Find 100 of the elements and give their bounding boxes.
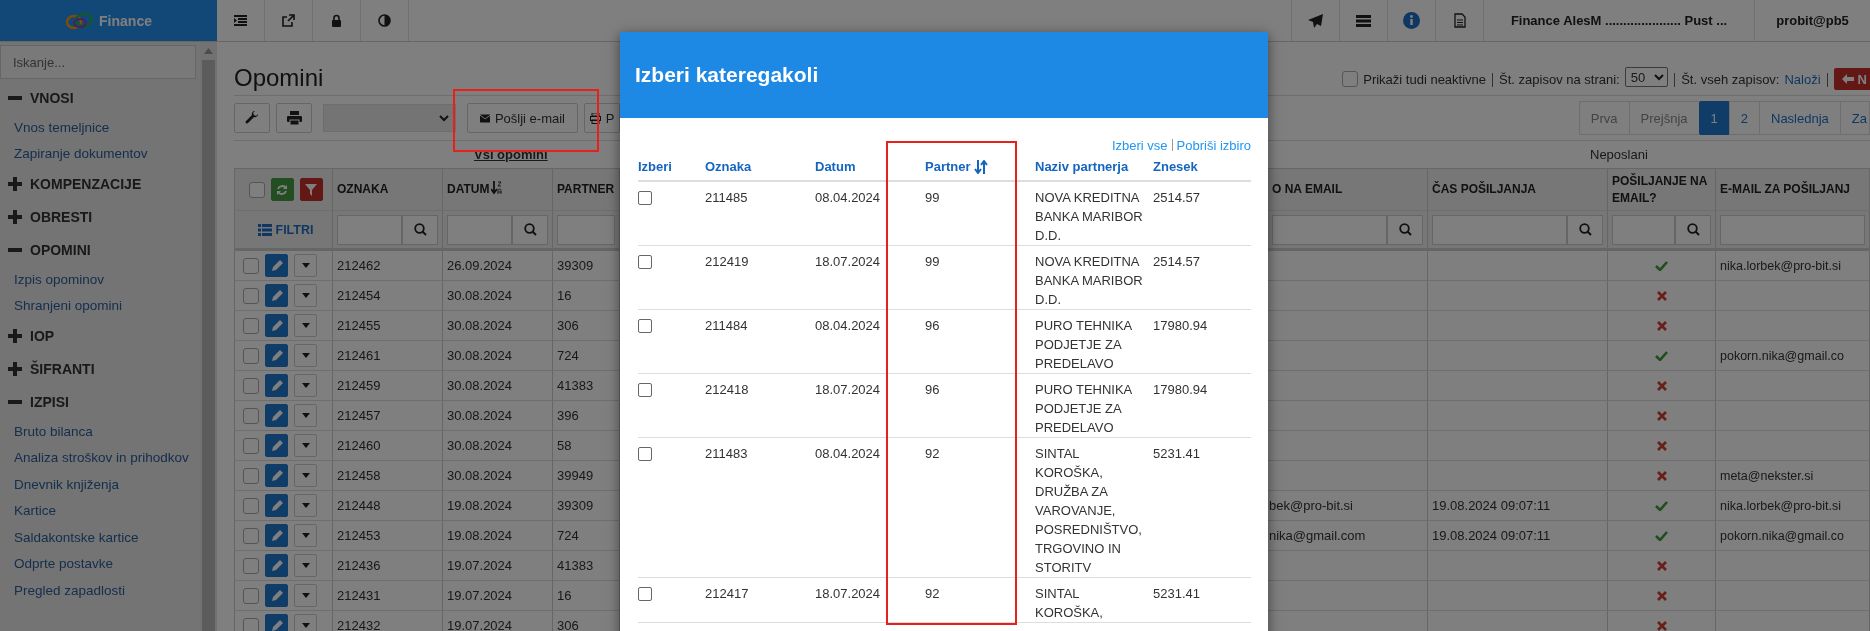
row-checkbox[interactable] — [243, 467, 259, 484]
column-header[interactable]: POŠILJANJE NA EMAIL? — [1608, 169, 1716, 211]
column-header[interactable]: Izberi — [638, 157, 672, 176]
back-button[interactable]: N — [1833, 68, 1870, 90]
column-header[interactable]: E-MAIL ZA POŠILJANJ — [1716, 169, 1870, 211]
column-header[interactable]: OZNAKA — [333, 169, 443, 211]
column-header[interactable]: O NA EMAIL — [1268, 169, 1428, 211]
load-link[interactable]: Naloži — [1784, 72, 1821, 87]
row-checkbox[interactable] — [243, 257, 259, 274]
filter-field[interactable] — [1272, 214, 1387, 245]
sidebar-item[interactable]: Shranjeni opomini — [0, 292, 200, 319]
row-checkbox[interactable] — [638, 383, 652, 397]
column-header[interactable]: Datum — [815, 157, 856, 176]
edit-button[interactable] — [265, 434, 288, 457]
edit-button[interactable] — [265, 554, 288, 577]
row-menu-button[interactable] — [294, 614, 317, 631]
edit-button[interactable] — [265, 344, 288, 367]
edit-button[interactable] — [265, 314, 288, 337]
edit-button[interactable] — [265, 284, 288, 307]
filter-field[interactable] — [1720, 214, 1865, 245]
settings-button[interactable] — [234, 103, 270, 133]
row-menu-button[interactable] — [294, 554, 317, 577]
row-menu-button[interactable] — [294, 344, 317, 367]
filter-field[interactable] — [1612, 214, 1675, 245]
sidebar-item[interactable]: Izpis opominov — [0, 266, 200, 293]
lock-icon[interactable] — [331, 14, 342, 27]
sidebar-item[interactable]: Vnos temeljnice — [0, 114, 200, 141]
row-checkbox[interactable] — [243, 377, 259, 394]
row-menu-button[interactable] — [294, 374, 317, 397]
row-checkbox[interactable] — [243, 437, 259, 454]
filter-field[interactable] — [337, 214, 402, 245]
search-button[interactable] — [402, 214, 438, 245]
row-checkbox[interactable] — [638, 191, 652, 205]
print-option-button[interactable]: P — [584, 103, 620, 133]
sidebar-item[interactable]: Kartice — [0, 497, 200, 524]
select-all-checkbox[interactable] — [248, 181, 265, 198]
row-menu-button[interactable] — [294, 524, 317, 547]
sidebar-group[interactable]: IZPISI — [0, 385, 200, 418]
sidebar-group[interactable]: VNOSI — [0, 81, 200, 114]
clear-selection-link[interactable]: Pobriši izbiro — [1176, 137, 1251, 153]
edit-button[interactable] — [265, 374, 288, 397]
row-checkbox[interactable] — [243, 497, 259, 514]
edit-button[interactable] — [265, 614, 288, 631]
sidebar-item[interactable]: Saldakontske kartice — [0, 524, 200, 551]
column-header[interactable]: Oznaka — [705, 157, 752, 176]
list-icon[interactable] — [234, 15, 247, 26]
search-button[interactable] — [1567, 214, 1603, 245]
search-button[interactable] — [1387, 214, 1423, 245]
sidebar-group[interactable]: IOP — [0, 319, 200, 352]
row-menu-button[interactable] — [294, 584, 317, 607]
row-menu-button[interactable] — [294, 254, 317, 277]
row-menu-button[interactable] — [294, 494, 317, 517]
contrast-icon[interactable] — [378, 14, 391, 27]
filter-button[interactable] — [299, 178, 323, 201]
edit-button[interactable] — [265, 464, 288, 487]
column-header[interactable]: ČAS POŠILJANJA — [1428, 169, 1608, 211]
row-checkbox[interactable] — [243, 317, 259, 334]
search-field[interactable]: Iskanje... — [0, 45, 196, 79]
row-menu-button[interactable] — [294, 314, 317, 337]
external-link-icon[interactable] — [282, 14, 295, 27]
row-checkbox[interactable] — [638, 447, 652, 461]
sidebar-group[interactable]: ŠIFRANTI — [0, 352, 200, 385]
row-menu-button[interactable] — [294, 464, 317, 487]
user-name[interactable]: probit@pb5 — [1776, 13, 1849, 28]
select-all-link[interactable]: Izberi vse — [1111, 137, 1168, 153]
row-checkbox[interactable] — [243, 557, 259, 574]
sidebar-item[interactable]: Zapiranje dokumentov — [0, 140, 200, 167]
filter-field[interactable] — [557, 214, 615, 245]
filter-field[interactable] — [447, 214, 512, 245]
stack-icon[interactable] — [1356, 14, 1371, 27]
row-checkbox[interactable] — [638, 587, 652, 601]
row-checkbox[interactable] — [243, 407, 259, 424]
print-button[interactable] — [276, 103, 312, 133]
pagination-item[interactable]: Naslednja — [1759, 101, 1841, 135]
search-button[interactable] — [1675, 214, 1711, 245]
sidebar-group[interactable]: OBRESTI — [0, 200, 200, 233]
column-header[interactable]: DATUM — [443, 169, 553, 211]
filter-field[interactable] — [1432, 214, 1567, 245]
sidebar-item[interactable]: Bruto bilanca — [0, 418, 200, 445]
refresh-button[interactable] — [270, 178, 294, 201]
pagination-item[interactable]: Za — [1839, 101, 1870, 135]
row-checkbox[interactable] — [243, 587, 259, 604]
paper-plane-icon[interactable] — [1308, 13, 1323, 28]
column-header[interactable]: Naziv partnerja — [1035, 157, 1129, 176]
sidebar-item[interactable]: Odprte postavke — [0, 550, 200, 577]
row-checkbox[interactable] — [638, 255, 652, 269]
sidebar-group[interactable]: KOMPENZACIJE — [0, 167, 200, 200]
column-header[interactable]: Partner — [925, 157, 988, 176]
document-icon[interactable] — [1453, 13, 1466, 28]
column-header[interactable]: PARTNER — [553, 169, 620, 211]
sidebar-item[interactable]: Dnevnik knjiženja — [0, 471, 200, 498]
row-menu-button[interactable] — [294, 284, 317, 307]
row-checkbox[interactable] — [638, 319, 652, 333]
row-checkbox[interactable] — [243, 347, 259, 364]
pagination-item[interactable]: 2 — [1728, 101, 1760, 135]
row-checkbox[interactable] — [243, 287, 259, 304]
pagination-item[interactable]: 1 — [1698, 101, 1730, 135]
sidebar-group[interactable]: OPOMINI — [0, 233, 200, 266]
edit-button[interactable] — [265, 524, 288, 547]
edit-button[interactable] — [265, 404, 288, 427]
